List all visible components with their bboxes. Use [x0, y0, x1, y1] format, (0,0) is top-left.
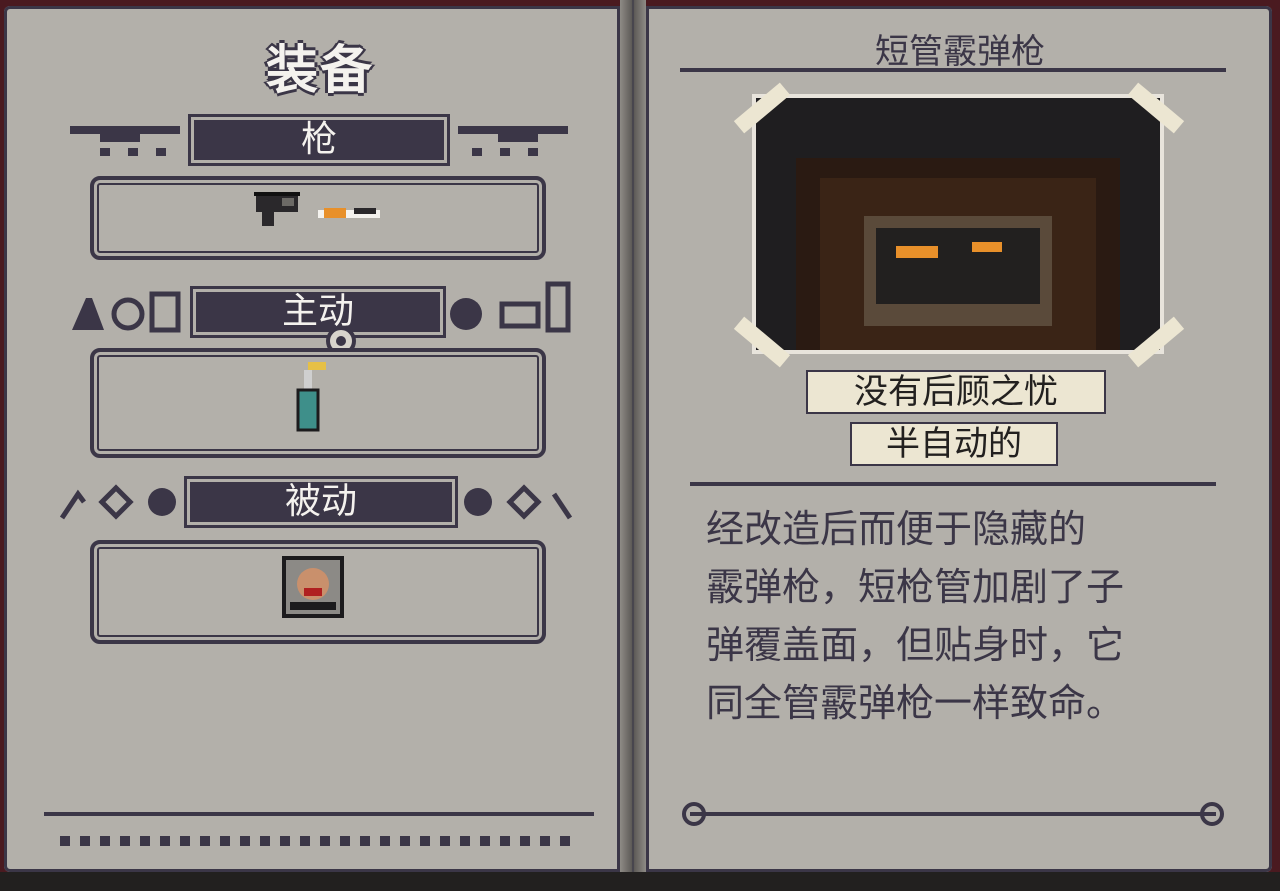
divider-cap-icon: [682, 802, 706, 826]
divider-cap-icon: [1200, 802, 1224, 826]
molotov-bottle-icon[interactable]: [296, 362, 328, 432]
item-preview-image: [756, 98, 1160, 350]
page-title: 装备: [265, 41, 374, 101]
description-line: 经改造后而便于隐藏的: [706, 507, 1087, 551]
description-line: 霰弹枪，短枪管加剧了子: [706, 565, 1125, 609]
bottom-divider: [690, 812, 1216, 816]
ammonomicon-book: 装备 枪 主动 被动 短管霰弹枪 没有后顾之忧 半自动的 经改造后而便于隐藏的 …: [0, 0, 1280, 891]
tab-passive[interactable]: 被动: [184, 476, 458, 528]
title-underline: [680, 68, 1226, 72]
tab-guns[interactable]: 枪: [188, 114, 450, 166]
portrait-card-icon[interactable]: [282, 556, 344, 618]
tab-active[interactable]: 主动: [190, 286, 446, 338]
item-type-banner: 半自动的: [850, 422, 1058, 466]
description-divider: [690, 482, 1216, 486]
bottom-ornament-pattern: [60, 836, 580, 846]
description-line: 同全管霰弹枪一样致命。: [706, 681, 1125, 725]
book-bottom-edge: [0, 872, 1280, 891]
bottom-ornament-line: [44, 812, 594, 816]
bomb-radio-icon: [450, 281, 571, 333]
gun-silhouette-icon: [70, 126, 180, 156]
item-description: 经改造后而便于隐藏的 霰弹枪，短枪管加剧了子 弹覆盖面，但贴身时，它 同全管霰弹…: [706, 500, 1186, 732]
description-line: 弹覆盖面，但贴身时，它: [706, 623, 1125, 667]
passive-ornament-icon: [464, 484, 573, 520]
pistol-icon[interactable]: [252, 190, 308, 230]
item-name-title: 短管霰弹枪: [875, 32, 1045, 72]
shotgun-icon[interactable]: [318, 200, 380, 226]
gun-silhouette-icon: [458, 126, 568, 156]
item-quote-banner: 没有后顾之忧: [806, 370, 1106, 414]
book-spine: [620, 0, 646, 891]
flask-bomb-scroll-icon: [72, 291, 181, 333]
passive-ornament-icon: [59, 484, 176, 520]
item-portrait-frame: [752, 94, 1164, 354]
